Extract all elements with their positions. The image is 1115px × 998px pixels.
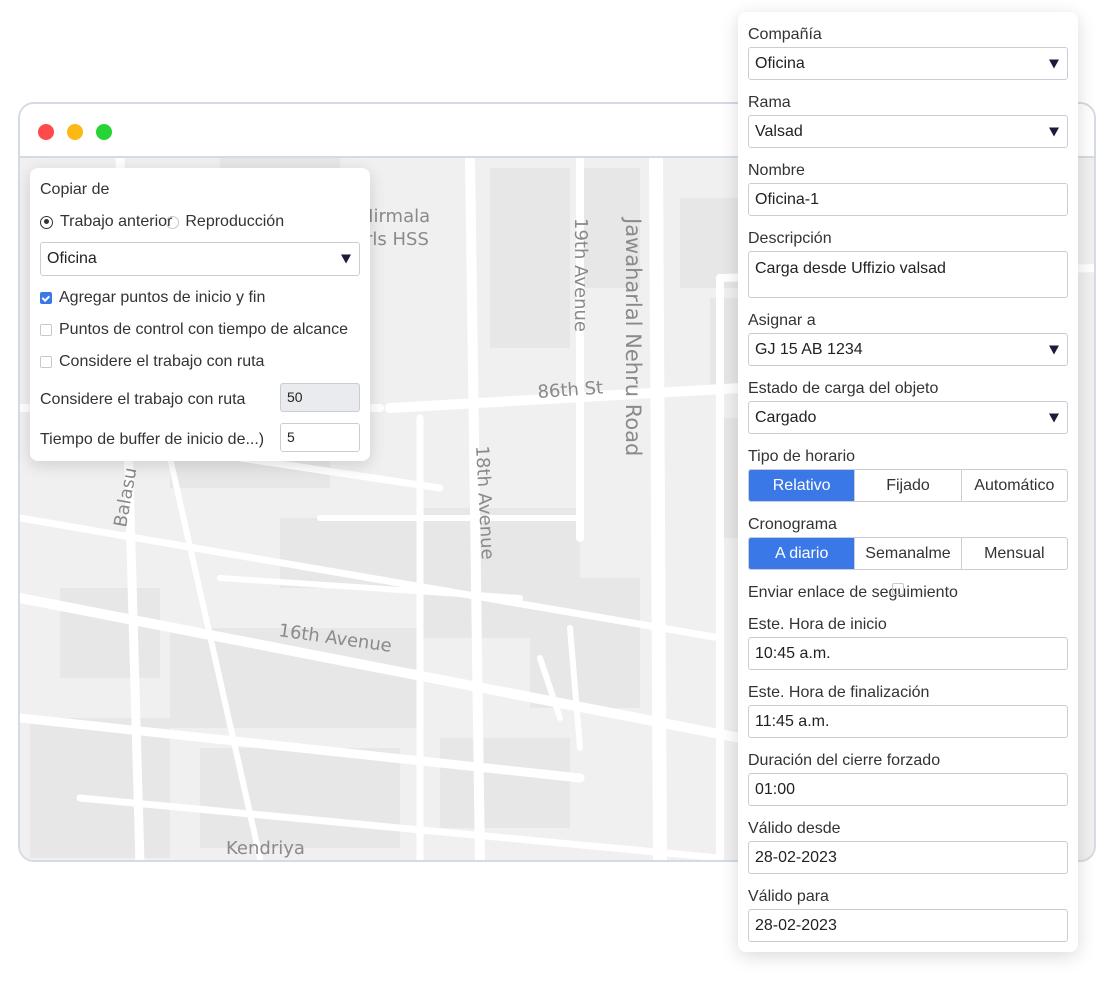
start-time-input-value: 10:45 a.m. (755, 644, 831, 662)
force-close-input-value: 01:00 (755, 780, 796, 798)
schedule-type-relative[interactable]: Relativo (749, 470, 855, 501)
add-start-end-points-option[interactable]: Agregar puntos de inicio y fin (40, 289, 265, 307)
start-time-label: Este. Hora de inicio (748, 616, 887, 633)
chevron-down-icon (1049, 413, 1059, 422)
maximize-window-button[interactable] (96, 124, 112, 140)
schedule-monthly[interactable]: Mensual (960, 538, 1067, 569)
map-label-jawaharlal-nehru-road: Jawaharlal Nehru Road (621, 216, 645, 456)
end-time-label: Este. Hora de finalización (748, 684, 930, 701)
valid-to-input-value: 28-02-2023 (755, 916, 837, 934)
schedule-type-automatic[interactable]: Automático (960, 470, 1067, 501)
company-label: Compañía (748, 26, 822, 43)
buffer-time-input[interactable]: 5 (280, 423, 360, 452)
assign-to-select[interactable]: GJ 15 AB 1234 (748, 333, 1068, 366)
add-start-end-points-label: Agregar puntos de inicio y fin (59, 289, 266, 306)
route-job-checkbox-label: Considere el trabajo con ruta (59, 353, 265, 370)
tracking-link-label: Enviar enlace de seguimiento (748, 584, 958, 601)
control-points-label: Puntos de control con tiempo de alcance (59, 321, 349, 338)
schedule-weekly[interactable]: Semanalme (854, 538, 960, 569)
assign-to-label: Asignar a (748, 312, 816, 329)
valid-from-input[interactable]: 28-02-2023 (748, 841, 1068, 874)
map-label-girls-hss: irls HSS (360, 229, 429, 250)
schedule-toggle: A diario Semanalme Mensual (748, 537, 1068, 570)
branch-select[interactable]: Valsad (748, 115, 1068, 148)
name-label: Nombre (748, 162, 805, 179)
schedule-type-label: Tipo de horario (748, 448, 856, 465)
valid-from-label: Válido desde (748, 820, 841, 837)
force-close-label: Duración del cierre forzado (748, 752, 941, 769)
chevron-down-icon (1049, 59, 1059, 68)
route-job-option[interactable]: Considere el trabajo con ruta (40, 353, 264, 371)
end-time-input[interactable]: 11:45 a.m. (748, 705, 1068, 738)
close-window-button[interactable] (38, 124, 54, 140)
assign-to-select-value: GJ 15 AB 1234 (755, 340, 863, 358)
schedule-daily[interactable]: A diario (749, 538, 855, 569)
copy-from-title: Copiar de (40, 181, 110, 198)
load-state-select[interactable]: Cargado (748, 401, 1068, 434)
name-input[interactable]: Oficina-1 (748, 183, 1068, 216)
company-select[interactable]: Oficina (748, 47, 1068, 80)
chevron-down-icon (341, 254, 351, 264)
add-start-end-points-checkbox[interactable] (40, 292, 52, 304)
route-job-input[interactable]: 50 (280, 383, 360, 412)
buffer-time-label: Tiempo de buffer de inicio de...) (40, 431, 265, 448)
description-label: Descripción (748, 230, 832, 247)
control-points-option[interactable]: Puntos de control con tiempo de alcance (40, 321, 348, 339)
route-job-label: Considere el trabajo con ruta (40, 391, 246, 408)
radio-previous-job-label: Trabajo anterior (60, 213, 173, 230)
map-label-nirmala: Nirmala (360, 206, 430, 227)
name-input-value: Oficina-1 (755, 190, 820, 208)
force-close-input[interactable]: 01:00 (748, 773, 1068, 806)
radio-playback-label: Reproducción (185, 213, 285, 230)
end-time-input-value: 11:45 a.m. (755, 712, 830, 730)
description-textarea-value: Carga desde Uffizio valsad (755, 260, 946, 277)
start-time-input[interactable]: 10:45 a.m. (748, 637, 1068, 670)
radio-playback[interactable] (166, 215, 180, 229)
tracking-link-checkbox[interactable] (891, 583, 904, 595)
schedule-label: Cronograma (748, 516, 837, 533)
copy-source-select-value: Oficina (47, 250, 97, 267)
map-label-kendriya: Kendriya (226, 838, 305, 859)
radio-previous-job[interactable] (40, 215, 53, 229)
load-state-label: Estado de carga del objeto (748, 380, 939, 397)
branch-select-value: Valsad (755, 122, 803, 140)
valid-to-input[interactable]: 28-02-2023 (748, 909, 1068, 942)
copy-from-panel: Copiar de Trabajo anterior Reproducción … (30, 168, 370, 461)
load-state-select-value: Cargado (755, 408, 817, 426)
schedule-type-fixed[interactable]: Fijado (854, 470, 960, 501)
branch-label: Rama (748, 94, 791, 111)
company-select-value: Oficina (755, 54, 805, 72)
chevron-down-icon (1049, 345, 1059, 354)
valid-from-input-value: 28-02-2023 (755, 848, 837, 866)
copy-source-radio-group: Trabajo anterior Reproducción (40, 213, 284, 231)
map-label-19th-avenue: 19th Avenue (570, 218, 591, 332)
description-textarea[interactable]: Carga desde Uffizio valsad (748, 251, 1068, 298)
route-job-checkbox[interactable] (40, 356, 52, 368)
chevron-down-icon (1049, 127, 1059, 136)
control-points-checkbox[interactable] (40, 324, 52, 336)
tracking-link-option[interactable]: Enviar enlace de seguimiento (748, 583, 958, 602)
valid-to-label: Válido para (748, 888, 829, 905)
schedule-type-toggle: Relativo Fijado Automático (748, 469, 1068, 502)
minimize-window-button[interactable] (67, 124, 83, 140)
job-form-panel: Compañía Oficina Rama Valsad Nombre Ofic… (738, 12, 1078, 952)
copy-source-select[interactable]: Oficina (40, 242, 360, 276)
